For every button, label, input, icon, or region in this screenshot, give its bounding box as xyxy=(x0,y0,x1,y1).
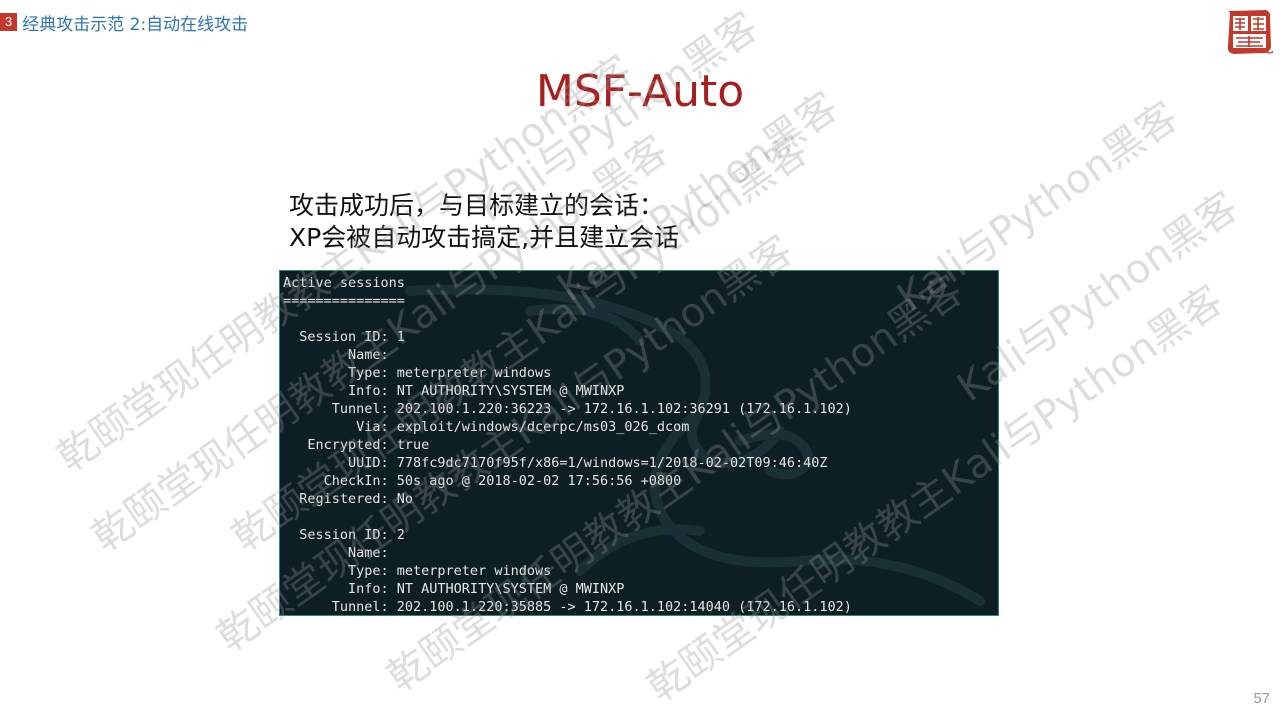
section-header: 3 经典攻击示范 2:自动在线攻击 xyxy=(0,10,249,35)
slide-title: MSF-Auto xyxy=(535,66,745,117)
section-title: 经典攻击示范 2:自动在线攻击 xyxy=(22,14,249,35)
caption: 攻击成功后，与目标建立的会话： XP会被自动攻击搞定,并且建立会话 xyxy=(289,190,679,254)
terminal-line: Via: exploit/windows/dcerpc/ms03_026_dco… xyxy=(283,419,690,435)
terminal-line: Tunnel: 202.100.1.220:35885 -> 172.16.1.… xyxy=(283,599,852,615)
section-number-badge: 3 xyxy=(0,13,18,31)
terminal-line: Type: meterpreter windows xyxy=(283,365,552,381)
caption-line-1: 攻击成功后，与目标建立的会话： xyxy=(289,191,665,220)
terminal-line: Active sessions xyxy=(283,275,405,291)
terminal-line: Session ID: 2 xyxy=(283,527,405,543)
seal-logo-icon xyxy=(1227,10,1274,54)
terminal-line: Session ID: 1 xyxy=(283,329,405,345)
terminal-line: Registered: No xyxy=(283,491,414,507)
terminal-output: Active sessions =============== Session … xyxy=(283,274,852,615)
terminal-line: Encrypted: true xyxy=(283,437,430,453)
terminal-line: Type: meterpreter windows xyxy=(283,563,552,579)
terminal-screenshot: Active sessions =============== Session … xyxy=(279,270,999,616)
terminal-line: Info: NT AUTHORITY\SYSTEM @ MWINXP xyxy=(283,581,625,597)
terminal-line: UUID: 778fc9dc7170f95f/x86=1/windows=1/2… xyxy=(283,455,828,471)
terminal-line: Info: NT AUTHORITY\SYSTEM @ MWINXP xyxy=(283,383,625,399)
terminal-line: Name: xyxy=(283,347,389,363)
page-number: 57 xyxy=(1253,690,1270,707)
terminal-line: Tunnel: 202.100.1.220:36223 -> 172.16.1.… xyxy=(283,401,852,417)
terminal-line: =============== xyxy=(283,293,405,309)
terminal-line: Name: xyxy=(283,545,389,561)
caption-line-2: XP会被自动攻击搞定,并且建立会话 xyxy=(289,223,680,252)
terminal-line: CheckIn: 50s ago @ 2018-02-02 17:56:56 +… xyxy=(283,473,682,489)
